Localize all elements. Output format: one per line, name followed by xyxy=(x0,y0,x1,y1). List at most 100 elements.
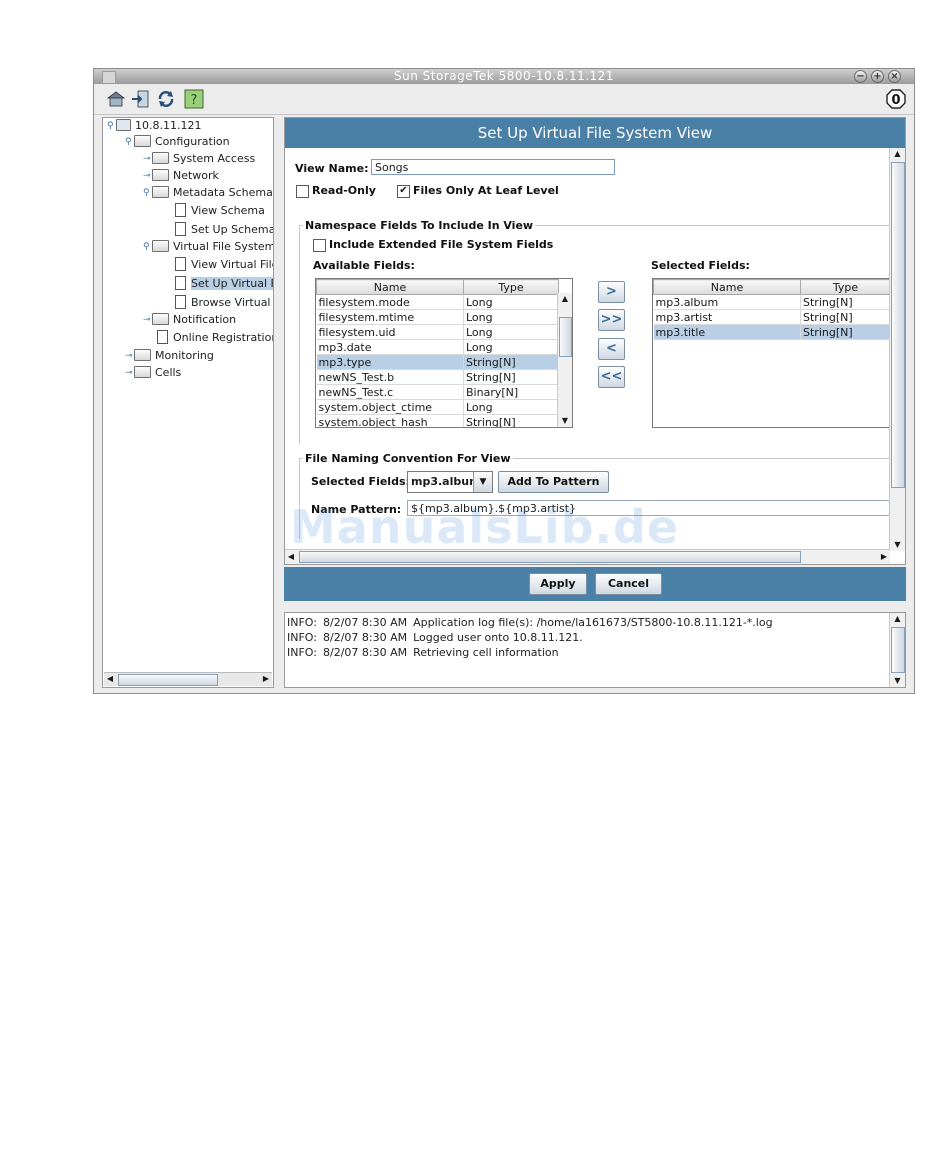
column-header-name[interactable]: Name xyxy=(316,279,464,295)
collapsed-handle-icon[interactable]: ⊸ xyxy=(125,348,134,364)
scroll-right-icon[interactable]: ▶ xyxy=(260,673,272,685)
document-icon xyxy=(175,295,186,309)
table-row[interactable]: mp3.album String[N] xyxy=(653,294,891,310)
table-row[interactable]: mp3.type String[N] xyxy=(316,354,559,370)
tree-node-monitoring[interactable]: ⊸ Monitoring xyxy=(125,348,214,364)
scroll-up-icon[interactable]: ▲ xyxy=(890,148,905,160)
cell-name: filesystem.uid xyxy=(316,324,464,340)
panel-title: Set Up Virtual File System View xyxy=(285,118,905,148)
column-header-type[interactable]: Type xyxy=(463,279,559,295)
files-leaf-checkbox[interactable]: ✔ xyxy=(397,185,410,198)
alerts-count: 0 xyxy=(891,93,900,108)
available-fields-table[interactable]: Name Type filesystem.mode Long filesystem.… xyxy=(315,278,573,428)
scroll-up-icon[interactable]: ▲ xyxy=(558,293,572,305)
add-field-button[interactable]: > xyxy=(598,281,625,303)
add-to-pattern-button[interactable]: Add To Pattern xyxy=(498,471,609,493)
read-only-checkbox[interactable] xyxy=(296,185,309,198)
tree-node-view-schema[interactable]: View Schema xyxy=(175,203,265,219)
table-row[interactable]: filesystem.mtime Long xyxy=(316,309,559,325)
naming-group-title: File Naming Convention For View xyxy=(303,452,513,465)
table-row[interactable]: system.object_ctime Long xyxy=(316,399,559,415)
expanded-handle-icon[interactable]: ⚲ xyxy=(125,134,134,150)
chevron-down-icon[interactable]: ▼ xyxy=(473,472,492,492)
add-all-fields-button[interactable]: >> xyxy=(598,309,625,331)
table-row[interactable]: mp3.date Long xyxy=(316,339,559,355)
collapsed-handle-icon[interactable]: ⊸ xyxy=(143,151,152,167)
tree-node-virtual-file-system[interactable]: ⚲ Virtual File System xyxy=(143,239,273,255)
watermark-logo: ManualsLib.de xyxy=(290,500,680,554)
cancel-button[interactable]: Cancel xyxy=(595,573,662,595)
table-row[interactable]: newNS_Test.b String[N] xyxy=(316,369,559,385)
logout-icon[interactable] xyxy=(130,89,150,109)
collapsed-handle-icon[interactable]: ⊸ xyxy=(143,168,152,184)
tree-scroll-thumb[interactable] xyxy=(118,674,218,686)
server-icon xyxy=(116,119,131,131)
table-row[interactable]: mp3.title String[N] xyxy=(653,324,891,340)
tree-node-network[interactable]: ⊸ Network xyxy=(143,168,219,184)
table-row[interactable]: system.object_hash String[N] xyxy=(316,414,559,427)
view-name-input[interactable]: Songs xyxy=(371,159,615,175)
expanded-handle-icon[interactable]: ⚲ xyxy=(143,185,152,201)
tree-node-set-up-schema[interactable]: Set Up Schema xyxy=(175,222,273,238)
table-row[interactable]: newNS_Test.c Binary[N] xyxy=(316,384,559,400)
available-scrollbar[interactable]: ▲ ▼ xyxy=(557,293,572,427)
selected-fields-label: Selected Fields: xyxy=(651,259,750,272)
scroll-left-icon[interactable]: ◀ xyxy=(104,673,116,685)
refresh-icon[interactable] xyxy=(156,89,176,109)
selected-fields-dropdown[interactable]: mp3.album ▼ xyxy=(407,471,493,493)
tree-node-root[interactable]: ⚲ 10.8.11.121 xyxy=(107,118,201,134)
tree-node-view-virtual-file[interactable]: View Virtual File xyxy=(175,257,273,273)
minimize-icon[interactable]: − xyxy=(854,70,867,83)
available-scroll-thumb[interactable] xyxy=(559,317,572,357)
scroll-down-icon[interactable]: ▼ xyxy=(890,675,905,687)
tree-node-online-registration[interactable]: Online Registration xyxy=(157,330,273,346)
column-header-type[interactable]: Type xyxy=(800,279,891,295)
cell-type: String[N] xyxy=(800,309,891,325)
home-icon[interactable] xyxy=(106,89,126,109)
collapsed-handle-icon[interactable]: ⊸ xyxy=(125,365,134,381)
scroll-right-icon[interactable]: ▶ xyxy=(878,550,890,563)
remove-all-fields-button[interactable]: << xyxy=(598,366,625,388)
tree-node-set-up-virtual[interactable]: Set Up Virtual F xyxy=(175,276,273,292)
tree-node-configuration[interactable]: ⚲ Configuration xyxy=(125,134,230,150)
tree-node-metadata-schema[interactable]: ⚲ Metadata Schema xyxy=(143,185,273,201)
alerts-badge-icon[interactable]: 0 xyxy=(886,89,906,109)
scroll-down-icon[interactable]: ▼ xyxy=(558,415,572,427)
log-scrollbar[interactable]: ▲ ▼ xyxy=(889,613,905,687)
maximize-icon[interactable]: + xyxy=(871,70,884,83)
cell-type: Long xyxy=(463,324,559,340)
scroll-up-icon[interactable]: ▲ xyxy=(890,613,905,625)
help-icon[interactable]: ? xyxy=(184,89,204,109)
table-row[interactable]: filesystem.mode Long xyxy=(316,294,559,310)
folder-icon xyxy=(152,240,169,252)
tree-node-browse-virtual[interactable]: Browse Virtual xyxy=(175,295,271,311)
log-scroll-thumb[interactable] xyxy=(891,627,905,673)
tree-horizontal-scrollbar[interactable]: ◀ ▶ xyxy=(104,672,272,686)
log-message: Retrieving cell information xyxy=(413,646,559,659)
cell-name: mp3.type xyxy=(316,354,464,370)
close-icon[interactable]: × xyxy=(888,70,901,83)
include-extended-checkbox[interactable] xyxy=(313,239,326,252)
cell-type: Long xyxy=(463,399,559,415)
log-level: INFO: xyxy=(287,616,317,629)
cell-type: Long xyxy=(463,294,559,310)
column-header-name[interactable]: Name xyxy=(653,279,801,295)
tree-node-cells[interactable]: ⊸ Cells xyxy=(125,365,181,381)
folder-icon xyxy=(152,186,169,198)
table-row[interactable]: filesystem.uid Long xyxy=(316,324,559,340)
remove-field-button[interactable]: < xyxy=(598,338,625,360)
content-vertical-scrollbar[interactable]: ▲ ▼ xyxy=(889,148,905,551)
selected-fields-table[interactable]: Name Type mp3.album String[N] mp3.artist St… xyxy=(652,278,892,428)
title-bar[interactable]: Sun StorageTek 5800-10.8.11.121 − + × xyxy=(94,69,914,84)
expanded-handle-icon[interactable]: ⚲ xyxy=(107,118,116,134)
table-row[interactable]: mp3.artist String[N] xyxy=(653,309,891,325)
tree-node-notification[interactable]: ⊸ Notification xyxy=(143,312,236,328)
content-scroll-thumb[interactable] xyxy=(891,162,905,488)
svg-text:?: ? xyxy=(191,93,198,108)
expanded-handle-icon[interactable]: ⚲ xyxy=(143,239,152,255)
collapsed-handle-icon[interactable]: ⊸ xyxy=(143,312,152,328)
scroll-down-icon[interactable]: ▼ xyxy=(890,539,905,551)
apply-button[interactable]: Apply xyxy=(529,573,587,595)
log-panel: INFO: 8/2/07 8:30 AM Application log file(… xyxy=(284,612,906,688)
tree-node-system-access[interactable]: ⊸ System Access xyxy=(143,151,255,167)
